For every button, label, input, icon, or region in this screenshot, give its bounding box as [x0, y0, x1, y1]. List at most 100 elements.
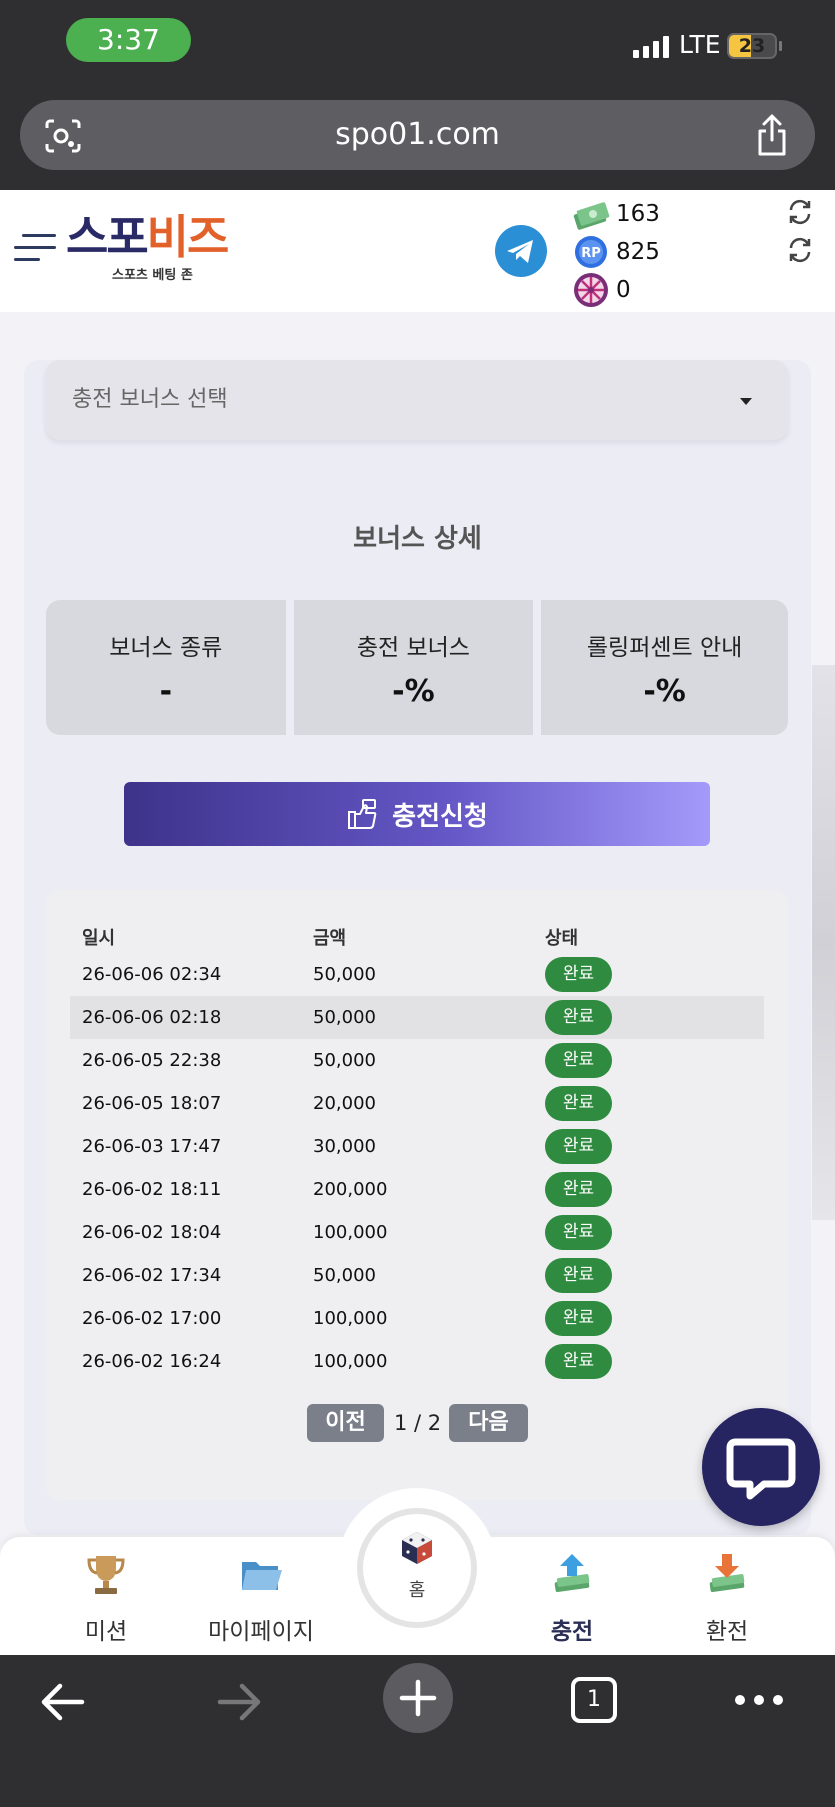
table-row: 26-06-02 18:11 200,000 완료: [70, 1168, 764, 1211]
folder-icon: [242, 1562, 282, 1590]
row-date: 26-06-02 17:00: [82, 1308, 222, 1329]
prev-page-button[interactable]: 이전: [307, 1404, 384, 1442]
refresh-rp-icon[interactable]: [786, 236, 814, 264]
forward-arrow-icon[interactable]: [216, 1680, 264, 1724]
url-text: spo01.com: [335, 117, 500, 152]
row-amount: 200,000: [313, 1179, 388, 1200]
logo-text-part1: 스포: [66, 210, 149, 264]
balance-money: 163: [572, 196, 660, 232]
rp-icon: RP: [572, 234, 610, 270]
column-date: 일시: [82, 928, 116, 949]
balance-rp: RP 825: [572, 234, 660, 270]
table-row: 26-06-02 16:24 100,000 완료: [70, 1340, 764, 1383]
row-date: 26-06-02 17:34: [82, 1265, 222, 1286]
nav-deposit[interactable]: 충전: [507, 1550, 637, 1646]
status-time: 3:37: [66, 18, 191, 62]
row-amount: 100,000: [313, 1222, 388, 1243]
battery-level: 23: [738, 35, 766, 57]
new-tab-plus-icon[interactable]: [382, 1662, 454, 1734]
status-badge: 완료: [545, 1086, 612, 1121]
chat-bubble-icon: [726, 1438, 796, 1500]
column-amount: 금액: [313, 928, 347, 949]
status-badge: 완료: [545, 1301, 612, 1336]
rolling-percent-label: 롤링퍼센트 안내: [586, 635, 743, 661]
url-bar[interactable]: spo01.com: [20, 100, 815, 170]
tabs-button[interactable]: 1: [571, 1677, 617, 1723]
status-badge: 완료: [545, 1000, 612, 1035]
bonus-detail-cards: 보너스 종류 - 충전 보너스 -% 롤링퍼센트 안내 -%: [46, 600, 789, 735]
bonus-detail-title: 보너스 상세: [353, 524, 482, 554]
money-icon: [572, 196, 610, 232]
nav-home-label: 홈: [408, 1580, 426, 1601]
table-row: 26-06-02 17:00 100,000 완료: [70, 1297, 764, 1340]
refresh-money-icon[interactable]: [786, 198, 814, 226]
status-badge: 완료: [545, 1043, 612, 1078]
nav-mission-label: 미션: [84, 1619, 128, 1645]
charge-bonus-label: 충전 보너스: [356, 635, 470, 661]
menu-icon[interactable]: [14, 230, 58, 266]
status-badge: 완료: [545, 957, 612, 992]
roulette-icon: [572, 272, 610, 308]
row-amount: 20,000: [313, 1093, 376, 1114]
row-date: 26-06-06 02:34: [82, 964, 222, 985]
row-amount: 50,000: [313, 1265, 376, 1286]
charge-bonus-card: 충전 보너스 -%: [293, 600, 534, 735]
row-date: 26-06-02 18:04: [82, 1222, 222, 1243]
svg-text:RP: RP: [581, 246, 601, 261]
charge-bonus-value: -%: [392, 674, 435, 709]
withdraw-icon: [709, 1554, 745, 1593]
nav-mission[interactable]: 미션: [41, 1550, 171, 1646]
table-row: 26-06-02 17:34 50,000 완료: [70, 1254, 764, 1297]
status-bar: 3:37 LTE 23: [0, 0, 835, 90]
table-row: 26-06-05 22:38 50,000 완료: [70, 1039, 764, 1082]
network-label: LTE: [679, 30, 721, 59]
table-row: 26-06-06 02:34 50,000 완료: [70, 953, 764, 996]
back-arrow-icon[interactable]: [38, 1680, 86, 1724]
bonus-select[interactable]: 충전 보너스 선택: [46, 360, 788, 440]
row-amount: 50,000: [313, 964, 376, 985]
nav-home[interactable]: 홈: [357, 1508, 477, 1628]
table-row: 26-06-06 02:18 50,000 완료: [70, 996, 764, 1039]
bonus-type-card: 보너스 종류 -: [46, 600, 286, 735]
row-date: 26-06-03 17:47: [82, 1136, 222, 1157]
nav-withdraw-label: 환전: [705, 1619, 749, 1645]
rolling-percent-card: 롤링퍼센트 안내 -%: [541, 600, 789, 735]
trophy-icon: [87, 1556, 125, 1594]
telegram-icon[interactable]: [495, 225, 547, 277]
chat-button[interactable]: [702, 1408, 820, 1526]
money-balance: 163: [616, 201, 660, 227]
status-badge: 완료: [545, 1344, 612, 1379]
row-date: 26-06-06 02:18: [82, 1007, 222, 1028]
bonus-type-label: 보너스 종류: [109, 635, 223, 661]
charge-request-label: 충전신청: [392, 801, 488, 832]
battery-icon: 23: [727, 33, 777, 59]
more-options-icon[interactable]: [734, 1690, 784, 1710]
share-icon[interactable]: [755, 114, 789, 156]
site-logo[interactable]: 스포비즈 스포츠 베팅 존: [66, 210, 256, 283]
next-page-button[interactable]: 다음: [449, 1404, 528, 1442]
roulette-balance: 0: [616, 277, 631, 303]
signal-icon: [633, 36, 669, 58]
row-amount: 50,000: [313, 1050, 376, 1071]
table-row: 26-06-03 17:47 30,000 완료: [70, 1125, 764, 1168]
hand-deposit-icon: [348, 799, 377, 829]
deposit-icon: [554, 1554, 590, 1593]
row-date: 26-06-05 18:07: [82, 1093, 222, 1114]
caret-down-icon: [740, 398, 752, 405]
status-badge: 완료: [545, 1258, 612, 1293]
nav-deposit-label: 충전: [550, 1619, 594, 1645]
status-badge: 완료: [545, 1129, 612, 1164]
battery-nub: [779, 41, 782, 51]
row-date: 26-06-05 22:38: [82, 1050, 222, 1071]
charge-request-button[interactable]: 충전신청: [124, 782, 710, 846]
browser-toolbar: 1: [0, 1655, 835, 1807]
balance-roulette: 0: [572, 272, 631, 308]
status-badge: 완료: [545, 1215, 612, 1250]
bonus-select-placeholder: 충전 보너스 선택: [72, 387, 228, 412]
nav-mypage[interactable]: 마이페이지: [196, 1550, 326, 1646]
browser-address-area: spo01.com: [0, 90, 835, 190]
logo-subtitle: 스포츠 베팅 존: [112, 268, 193, 283]
row-date: 26-06-02 16:24: [82, 1351, 222, 1372]
nav-withdraw[interactable]: 환전: [662, 1550, 792, 1646]
home-icon: [402, 1532, 432, 1564]
